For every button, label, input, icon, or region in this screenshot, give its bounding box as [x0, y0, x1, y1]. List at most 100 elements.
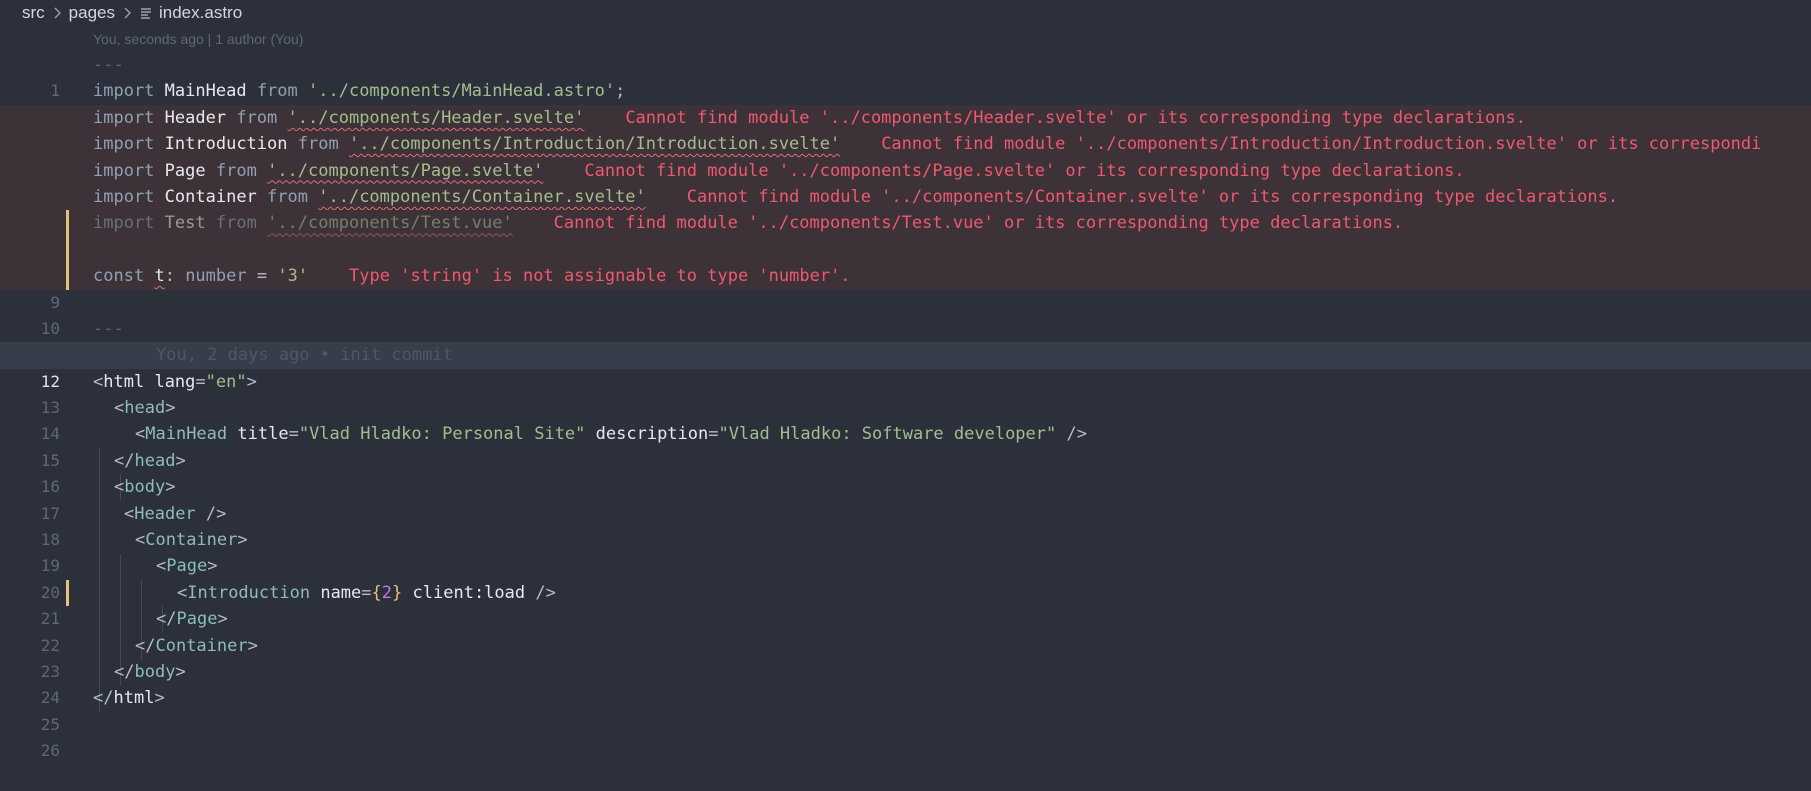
attribute-name: description	[595, 424, 709, 445]
tag-bracket: />	[205, 503, 227, 524]
git-modified-indicator[interactable]	[66, 263, 69, 290]
keyword: from	[267, 186, 308, 207]
error-lens-message: Type 'string' is not assignable to type …	[349, 266, 851, 287]
operator: =	[195, 371, 206, 392]
breadcrumb-file[interactable]: index.astro	[159, 3, 242, 23]
code-line-26[interactable]: 26	[0, 712, 1811, 760]
code-line-12-current[interactable]: 12 You, 2 days ago • init commit	[0, 342, 1811, 391]
file-lines-icon	[139, 6, 153, 20]
tag-bracket: >	[165, 398, 176, 419]
punctuation: :	[164, 266, 175, 287]
tag-bracket: >	[175, 450, 186, 471]
operator: =	[256, 266, 268, 287]
tag-bracket: <	[135, 424, 146, 445]
code-line-20[interactable]: 20 <Page>	[0, 553, 1811, 601]
variable-name[interactable]: t	[154, 266, 164, 286]
code-line-6[interactable]: 6 import Container from '../components/C…	[0, 183, 1811, 232]
code-line-2[interactable]: 2 import MainHead from '../components/Ma…	[0, 78, 1811, 126]
code-line-14[interactable]: 14 <head>	[0, 395, 1811, 443]
string-literal[interactable]: '../components/Header.svelte'	[288, 108, 585, 128]
keyword: from	[256, 81, 298, 102]
tag-bracket: >	[247, 635, 258, 656]
code-line-21[interactable]: 21 <Introduction name={2} client:load />	[0, 579, 1811, 628]
tag-bracket: />	[535, 582, 556, 603]
code-line-13[interactable]: 13 <html lang="en">	[0, 369, 1811, 417]
tag-bracket: <	[177, 582, 188, 603]
code-line-15[interactable]: 15 <MainHead title="Vlad Hladko: Persona…	[0, 421, 1811, 469]
frontmatter-fence: ---	[93, 55, 124, 75]
keyword: import	[93, 107, 155, 128]
code-line-23[interactable]: 23 </Container>	[0, 633, 1811, 681]
code-line-22[interactable]: 22 </Page>	[0, 606, 1811, 654]
breadcrumb-item-pages[interactable]: pages	[69, 3, 115, 23]
tag-bracket: />	[1066, 424, 1087, 445]
code-line-19[interactable]: 19 <Container>	[0, 527, 1811, 575]
git-modified-indicator[interactable]	[66, 236, 69, 264]
brace: }	[392, 582, 403, 603]
type-annotation: number	[185, 266, 247, 287]
code-line-5[interactable]: 5 import Page from '../components/Page.s…	[0, 157, 1811, 206]
code-line-16[interactable]: 16 </head>	[0, 448, 1811, 496]
code-line-7[interactable]: 7 import Test from '../components/Test.v…	[0, 210, 1811, 259]
identifier: Page	[164, 160, 206, 181]
code-line-9[interactable]: 9 const t: number = '3' Type 'string' is…	[0, 263, 1811, 312]
tag-bracket: <	[114, 477, 125, 498]
keyword: import	[93, 213, 155, 234]
tag-bracket: >	[237, 530, 248, 551]
codelens-authors[interactable]: You, seconds ago | 1 author (You)	[0, 26, 1811, 52]
keyword: import	[93, 186, 155, 207]
code-line-11[interactable]: 11 ---	[0, 316, 1811, 364]
tag-bracket: >	[217, 609, 228, 630]
tag-bracket: >	[175, 661, 186, 682]
string-literal[interactable]: '../components/Test.vue'	[267, 213, 513, 233]
attribute-value: "Vlad Hladko: Software developer"	[718, 424, 1057, 445]
tag-bracket: >	[207, 556, 218, 577]
identifier: Introduction	[164, 134, 288, 155]
code-line-3[interactable]: 3 import Header from '../components/Head…	[0, 104, 1811, 153]
tag-bracket: </	[156, 609, 177, 630]
punctuation: ;	[615, 81, 626, 102]
code-editor[interactable]: 1 --- 2 import MainHead from '../compone…	[0, 52, 1811, 760]
frontmatter-fence: ---	[93, 318, 124, 339]
tag-name: head	[134, 450, 176, 471]
string-literal: '../components/MainHead.astro'	[308, 81, 616, 102]
identifier: Test	[164, 213, 206, 234]
string-literal[interactable]: '../components/Introduction/Introduction…	[349, 134, 840, 154]
code-line-24[interactable]: 24 </body>	[0, 659, 1811, 707]
tag-name: html	[103, 371, 145, 392]
error-lens-message: Cannot find module '../components/Header…	[625, 107, 1526, 128]
line-number: 26	[40, 741, 60, 761]
tag-bracket: <	[135, 530, 146, 551]
git-modified-indicator[interactable]	[66, 579, 69, 607]
string-literal[interactable]: '../components/Page.svelte'	[267, 161, 543, 181]
attribute-value: "en"	[205, 371, 247, 392]
breadcrumb-item-src[interactable]: src	[22, 3, 45, 23]
tag-bracket: </	[114, 661, 135, 682]
git-blame-annotation: You, 2 days ago • init commit	[156, 345, 453, 366]
chevron-right-icon	[119, 7, 135, 19]
code-line-18[interactable]: 18 <Header />	[0, 501, 1811, 549]
code-line-25[interactable]: 25 </html>	[0, 685, 1811, 733]
attribute-name: name	[320, 582, 362, 603]
component-name: MainHead	[145, 424, 228, 445]
string-literal[interactable]: '../components/Container.svelte'	[318, 187, 646, 207]
code-line-8[interactable]: 8	[0, 236, 1811, 285]
code-line-17[interactable]: 17 <body>	[0, 474, 1811, 522]
code-line-1[interactable]: 1 ---	[0, 52, 1811, 100]
tag-bracket: >	[246, 371, 257, 392]
component-name: Header	[134, 503, 196, 524]
code-line-10[interactable]: 10	[0, 290, 1811, 338]
tag-name: html	[113, 688, 155, 709]
keyword: from	[236, 107, 278, 128]
brace: {	[371, 582, 382, 603]
code-line-4[interactable]: 4 import Introduction from '../component…	[0, 131, 1811, 180]
tag-bracket: </	[135, 635, 156, 656]
tag-bracket: >	[165, 477, 176, 498]
git-modified-indicator[interactable]	[66, 210, 69, 237]
tag-bracket: </	[93, 688, 114, 709]
identifier: Header	[164, 107, 227, 128]
keyword: const	[93, 266, 145, 287]
identifier: MainHead	[164, 81, 247, 102]
tag-bracket: <	[156, 556, 167, 577]
tag-bracket: <	[114, 398, 125, 419]
